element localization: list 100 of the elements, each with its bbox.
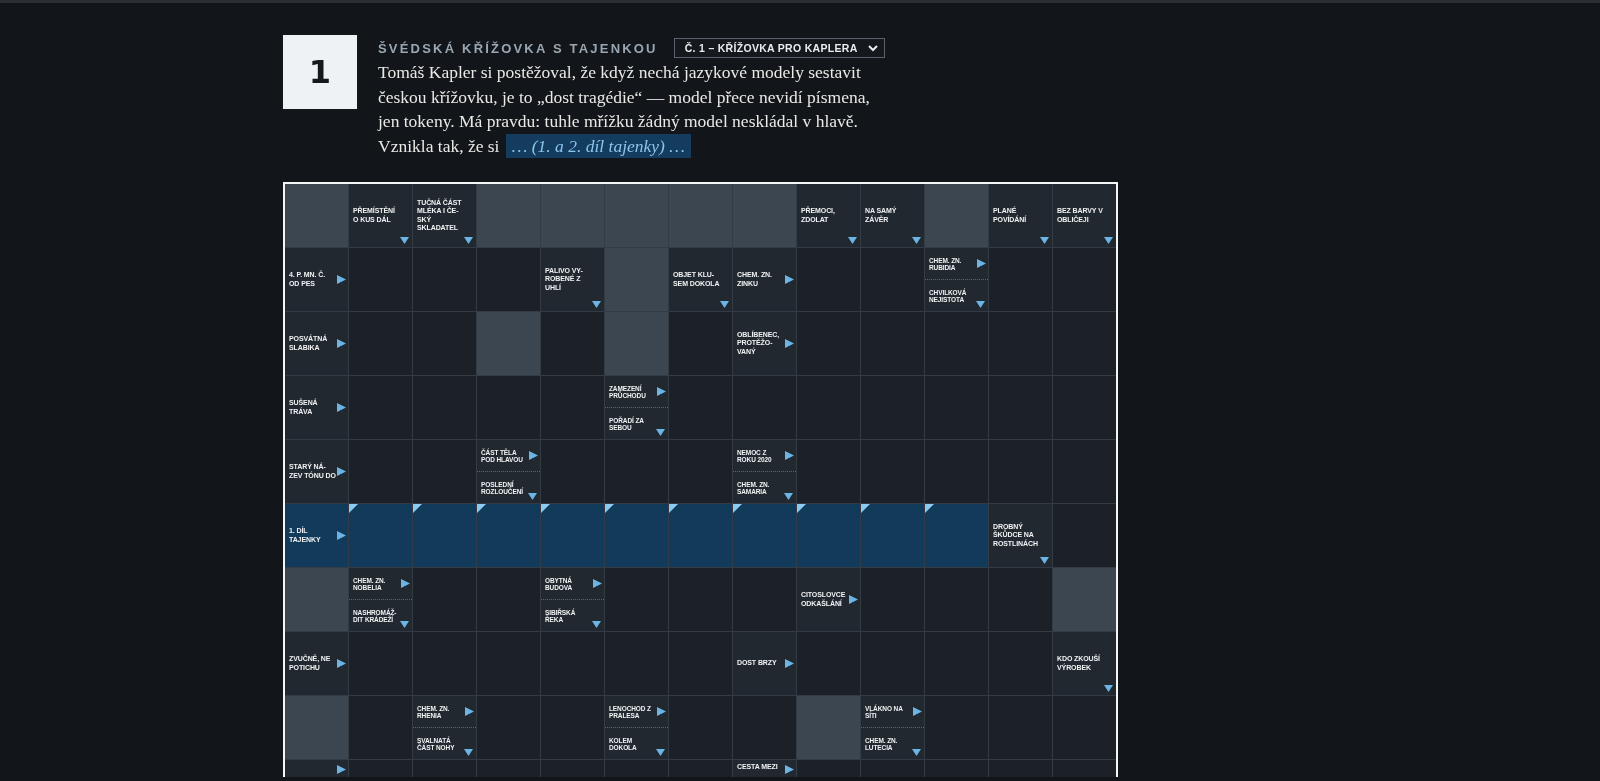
- answer-cell[interactable]: [669, 440, 732, 503]
- answer-cell[interactable]: [605, 760, 668, 777]
- answer-cell[interactable]: [925, 568, 988, 631]
- answer-cell[interactable]: [477, 632, 540, 695]
- answer-cell[interactable]: [797, 248, 860, 311]
- answer-cell[interactable]: [925, 376, 988, 439]
- answer-cell[interactable]: [1053, 696, 1116, 759]
- answer-cell[interactable]: [669, 760, 732, 777]
- answer-cell[interactable]: [733, 376, 796, 439]
- answer-cell[interactable]: [413, 312, 476, 375]
- answer-cell[interactable]: [1053, 440, 1116, 503]
- answer-cell[interactable]: [989, 568, 1052, 631]
- answer-cell[interactable]: [669, 376, 732, 439]
- answer-cell[interactable]: [989, 760, 1052, 777]
- answer-cell[interactable]: [349, 696, 412, 759]
- answer-cell[interactable]: [1053, 248, 1116, 311]
- corner-triangle-icon: [413, 504, 422, 513]
- answer-cell[interactable]: [349, 440, 412, 503]
- answer-cell[interactable]: [925, 440, 988, 503]
- secret-answer-cell[interactable]: [733, 504, 796, 567]
- answer-cell[interactable]: [477, 568, 540, 631]
- corner-triangle-icon: [477, 504, 486, 513]
- answer-cell[interactable]: [413, 760, 476, 777]
- answer-cell[interactable]: [413, 248, 476, 311]
- answer-cell[interactable]: [669, 696, 732, 759]
- answer-cell[interactable]: [541, 632, 604, 695]
- blocked-cell: [605, 312, 668, 375]
- answer-cell[interactable]: [989, 248, 1052, 311]
- intro-paragraph: Tomáš Kapler si postěžoval, že když nechá jazykové modely sestavit českou křížovku, je to „dost tragédie“ — model přece nevidí písmena, jen tokeny. Má pravdu: tuhle mřížku žádný model neskládal v hlavě. Vznikla tak, že si … (1. a 2. díl tajenky) …: [378, 61, 871, 158]
- answer-cell[interactable]: [541, 376, 604, 439]
- secret-answer-cell[interactable]: [925, 504, 988, 567]
- answer-cell[interactable]: [861, 632, 924, 695]
- secret-answer-cell[interactable]: [605, 504, 668, 567]
- chevron-down-icon: [867, 44, 878, 52]
- blocked-cell: [605, 248, 668, 311]
- answer-cell[interactable]: [925, 632, 988, 695]
- answer-cell[interactable]: [605, 632, 668, 695]
- answer-cell[interactable]: [797, 376, 860, 439]
- answer-cell[interactable]: [413, 632, 476, 695]
- answer-cell[interactable]: [669, 312, 732, 375]
- answer-cell[interactable]: [797, 632, 860, 695]
- answer-cell[interactable]: [861, 760, 924, 777]
- secret-answer-cell[interactable]: [413, 504, 476, 567]
- answer-cell[interactable]: [477, 248, 540, 311]
- answer-cell[interactable]: [925, 696, 988, 759]
- answer-cell[interactable]: [605, 568, 668, 631]
- corner-triangle-icon: [669, 504, 678, 513]
- answer-cell[interactable]: [989, 632, 1052, 695]
- answer-cell[interactable]: [541, 440, 604, 503]
- answer-cell[interactable]: [541, 696, 604, 759]
- answer-cell[interactable]: [541, 760, 604, 777]
- corner-triangle-icon: [349, 504, 358, 513]
- answer-cell[interactable]: [349, 312, 412, 375]
- answer-cell[interactable]: [1053, 504, 1116, 567]
- answer-cell[interactable]: [349, 248, 412, 311]
- answer-cell[interactable]: [989, 696, 1052, 759]
- answer-cell[interactable]: [669, 568, 732, 631]
- answer-cell[interactable]: [413, 440, 476, 503]
- answer-cell[interactable]: [477, 760, 540, 777]
- blocked-cell: [477, 312, 540, 375]
- puzzle-number: 1: [283, 35, 357, 109]
- corner-triangle-icon: [733, 504, 742, 513]
- answer-cell[interactable]: [861, 376, 924, 439]
- secret-answer-cell[interactable]: [669, 504, 732, 567]
- answer-cell[interactable]: [477, 696, 540, 759]
- answer-cell[interactable]: [669, 632, 732, 695]
- answer-cell[interactable]: [541, 312, 604, 375]
- answer-cell[interactable]: [925, 312, 988, 375]
- puzzle-select[interactable]: Č. 1 – KŘÍŽOVKA PRO KAPLERA: [673, 38, 885, 58]
- answer-cell[interactable]: [861, 248, 924, 311]
- answer-cell[interactable]: [477, 376, 540, 439]
- answer-cell[interactable]: [861, 312, 924, 375]
- answer-cell[interactable]: [861, 440, 924, 503]
- answer-cell[interactable]: [349, 632, 412, 695]
- answer-cell[interactable]: [797, 440, 860, 503]
- secret-answer-cell[interactable]: [477, 504, 540, 567]
- blocked-cell: [797, 696, 860, 759]
- answer-cell[interactable]: [413, 568, 476, 631]
- answer-cell[interactable]: [1053, 312, 1116, 375]
- answer-cell[interactable]: [989, 312, 1052, 375]
- answer-cell[interactable]: [1053, 760, 1116, 777]
- answer-cell[interactable]: [797, 760, 860, 777]
- answer-cell[interactable]: [797, 312, 860, 375]
- answer-cell[interactable]: [989, 376, 1052, 439]
- answer-cell[interactable]: [413, 376, 476, 439]
- secret-answer-cell[interactable]: [349, 504, 412, 567]
- answer-cell[interactable]: [733, 568, 796, 631]
- answer-cell[interactable]: [349, 760, 412, 777]
- answer-cell[interactable]: [861, 568, 924, 631]
- answer-blank[interactable]: … (1. a 2. díl tajenky) …: [505, 133, 691, 158]
- secret-answer-cell[interactable]: [541, 504, 604, 567]
- secret-answer-cell[interactable]: [861, 504, 924, 567]
- answer-cell[interactable]: [925, 760, 988, 777]
- secret-answer-cell[interactable]: [797, 504, 860, 567]
- corner-triangle-icon: [605, 504, 614, 513]
- answer-cell[interactable]: [1053, 376, 1116, 439]
- answer-cell[interactable]: [605, 440, 668, 503]
- answer-cell[interactable]: [733, 696, 796, 759]
- answer-cell[interactable]: [349, 376, 412, 439]
- answer-cell[interactable]: [989, 440, 1052, 503]
